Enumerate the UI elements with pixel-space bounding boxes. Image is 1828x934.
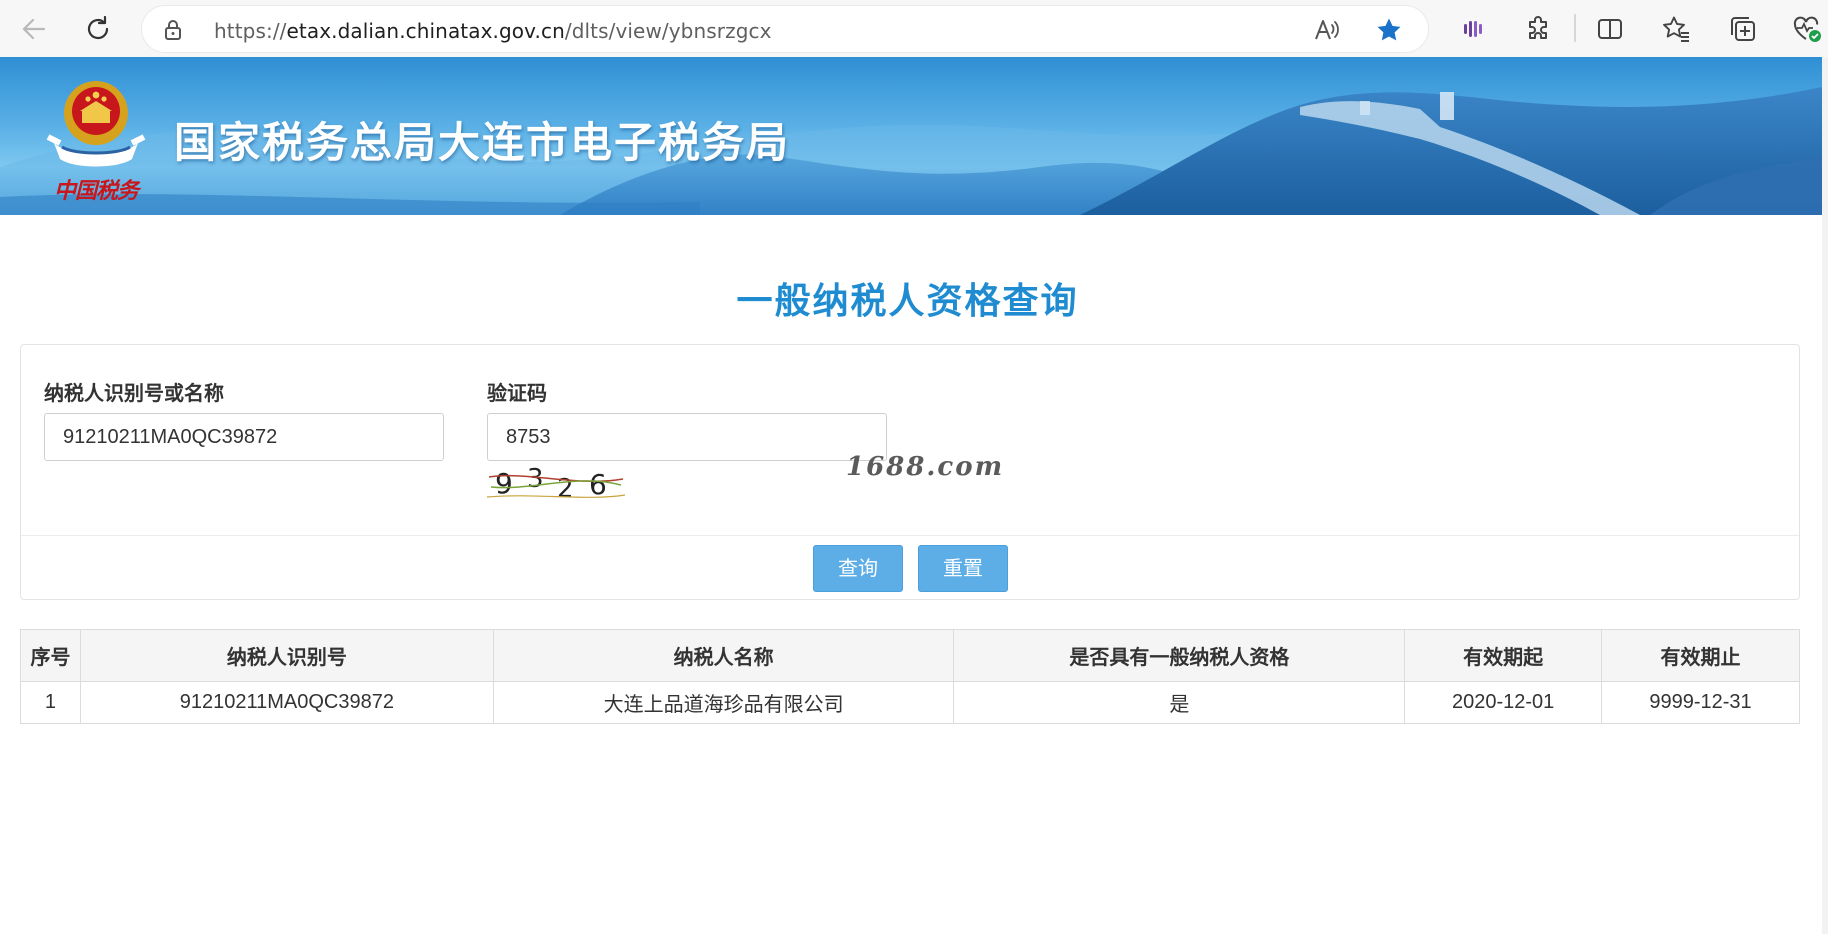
extension-purple-icon[interactable] [1457,13,1489,45]
captcha-char-3: 2 [557,474,574,503]
favorites-icon[interactable] [1660,13,1692,45]
cell-valid-to: 9999-12-31 [1601,681,1800,724]
header-valid-to: 有效期止 [1601,629,1800,682]
taxpayer-label: 纳税人识别号或名称 [44,381,224,405]
cell-index: 1 [20,681,81,724]
site-title: 国家税务总局大连市电子税务局 [174,118,791,167]
query-button[interactable]: 查询 [813,545,903,592]
cell-taxpayer-id: 91210211MA0QC39872 [79,681,494,724]
reset-button[interactable]: 重置 [918,545,1008,592]
cell-valid-from: 2020-12-01 [1404,681,1603,724]
header-qualification: 是否具有一般纳税人资格 [953,629,1406,682]
header-taxpayer-id: 纳税人识别号 [79,629,494,682]
favorite-star-icon[interactable] [1376,17,1402,43]
results-table: 序号 纳税人识别号 纳税人名称 是否具有一般纳税人资格 有效期起 有效期止 1 … [20,629,1800,724]
lock-icon [165,20,181,40]
refresh-icon [87,15,109,40]
page-scrollbar[interactable] [1822,57,1828,934]
header-valid-from: 有效期起 [1404,629,1603,682]
url-text: https://etax.dalian.chinatax.gov.cn/dlts… [214,19,772,43]
emblem-caption: 中国税务 [54,178,139,204]
captcha-image[interactable]: 9 3 2 6 [487,463,627,503]
header-index: 序号 [20,629,81,682]
collections-icon[interactable] [1727,13,1759,45]
browser-health-icon[interactable] [1791,13,1823,45]
captcha-char-4: 6 [589,468,607,501]
cell-qualification: 是 [953,681,1406,724]
captcha-input[interactable]: 8753 [487,413,887,461]
split-screen-icon[interactable] [1594,13,1626,45]
captcha-char-2: 3 [527,464,544,494]
watermark: 1688.com [846,452,1005,482]
read-aloud-icon[interactable] [1314,18,1340,42]
url-host: etax.dalian.chinatax.gov.cn [286,19,565,43]
address-bar[interactable]: https://etax.dalian.chinatax.gov.cn/dlts… [142,6,1428,52]
captcha-label: 验证码 [487,381,547,405]
site-banner: 中国税务 国家税务总局大连市电子税务局 [0,57,1822,215]
cell-taxpayer-name: 大连上品道海珍品有限公司 [492,681,955,724]
tax-emblem-logo [46,81,146,167]
header-taxpayer-name: 纳税人名称 [492,629,955,682]
extensions-puzzle-icon[interactable] [1522,13,1554,45]
back-arrow-icon [22,18,46,40]
form-divider [21,535,1799,536]
back-button[interactable] [14,9,54,49]
url-prefix: https:// [214,19,287,43]
page-title: 一般纳税人资格查询 [736,281,1079,322]
captcha-char-1: 9 [495,467,513,500]
toolbar-separator [1574,14,1576,42]
url-path: /dlts/view/ybnsrzgcx [564,19,772,43]
taxpayer-id-input[interactable]: 91210211MA0QC39872 [44,413,444,461]
browser-toolbar: https://etax.dalian.chinatax.gov.cn/dlts… [0,0,1828,57]
refresh-button[interactable] [78,9,118,49]
table-row: 1 91210211MA0QC39872 大连上品道海珍品有限公司 是 2020… [20,681,1800,724]
table-header-row: 序号 纳税人识别号 纳税人名称 是否具有一般纳税人资格 有效期起 有效期止 [20,629,1800,682]
